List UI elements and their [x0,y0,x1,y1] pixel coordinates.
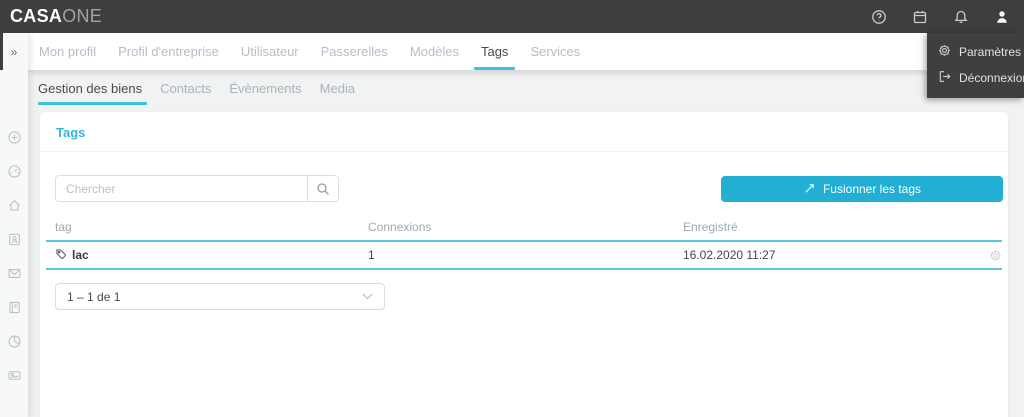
logout-icon [938,70,951,86]
search-input[interactable] [56,176,307,201]
app-logo: CASAONE [10,6,102,27]
sidebar-notch [0,33,3,70]
tag-name: lac [72,248,89,262]
subtab-evenements[interactable]: Évènements [220,81,310,105]
subtab-media[interactable]: Media [311,81,364,105]
search-box [55,175,339,202]
tab-modeles[interactable]: Modèles [399,33,470,70]
tags-panel: Tags Fusionner les tags tag Connexions E… [40,112,1008,417]
chevron-down-icon [362,293,373,300]
gear-icon [938,44,951,60]
tab-label: Profil d'entreprise [118,44,219,59]
tab-profil-entreprise[interactable]: Profil d'entreprise [107,33,230,70]
logo-primary: CASA [10,6,62,27]
sub-nav: Gestion des biens Contacts Évènements Me… [38,81,364,105]
subtab-label: Media [320,81,355,96]
panel-title: Tags [40,112,1008,151]
menu-item-label: Déconnexion [959,71,1024,85]
merge-tags-label: Fusionner les tags [823,182,921,196]
contacts-icon[interactable] [0,222,28,256]
user-dropdown-menu: Paramètres Déconnexion [927,33,1024,98]
pagination-value: 1 – 1 de 1 [67,290,120,304]
search-icon [316,182,330,196]
tab-label: Mon profil [39,44,96,59]
subtab-label: Gestion des biens [38,81,142,96]
topbar-icons [870,8,1014,25]
home-icon[interactable] [0,188,28,222]
toolbar: Fusionner les tags [40,152,1008,202]
tab-tags[interactable]: Tags [470,33,519,70]
subtab-contacts[interactable]: Contacts [151,81,220,105]
calendar-icon[interactable] [911,8,928,25]
plus-circle-icon[interactable] [0,120,28,154]
menu-item-parametres[interactable]: Paramètres [927,39,1024,65]
sidebar-expand-button[interactable]: » [0,33,28,70]
subtab-gestion-des-biens[interactable]: Gestion des biens [38,81,151,105]
search-button[interactable] [307,176,338,201]
dashboard-icon[interactable] [0,154,28,188]
table-header: tag Connexions Enregistré [46,214,1002,242]
tab-label: Tags [481,44,508,59]
subtab-label: Évènements [229,81,301,96]
gear-icon [989,249,1002,262]
pagination-select[interactable]: 1 – 1 de 1 [55,283,385,310]
tags-table: tag Connexions Enregistré lac 1 16.02.20… [40,214,1008,270]
bell-icon[interactable] [952,8,969,25]
menu-item-deconnexion[interactable]: Déconnexion [927,65,1024,91]
cell-tag: lac [46,248,368,263]
table-row[interactable]: lac 1 16.02.2020 11:27 [46,242,1002,270]
tab-utilisateur[interactable]: Utilisateur [230,33,310,70]
logo-secondary: ONE [62,6,102,27]
book-icon[interactable] [0,290,28,324]
menu-item-label: Paramètres [959,45,1021,59]
mail-icon[interactable] [0,256,28,290]
pie-chart-icon[interactable] [0,324,28,358]
tab-label: Passerelles [321,44,388,59]
subtab-label: Contacts [160,81,211,96]
tab-passerelles[interactable]: Passerelles [310,33,399,70]
merge-icon [803,182,816,195]
tab-services[interactable]: Services [519,33,591,70]
tab-label: Utilisateur [241,44,299,59]
main-nav: Mon profil Profil d'entreprise Utilisate… [28,33,1024,70]
tag-icon [55,248,67,263]
row-settings-button[interactable] [976,249,1002,262]
help-icon[interactable] [870,8,887,25]
user-icon[interactable] [993,8,1010,25]
chevrons-right-icon: » [11,45,18,59]
tab-mon-profil[interactable]: Mon profil [28,33,107,70]
tab-label: Modèles [410,44,459,59]
left-sidebar: » [0,33,28,417]
sidebar-icon-list [0,120,28,392]
media-card-icon[interactable] [0,358,28,392]
column-header-tag: tag [46,220,368,234]
app-window: CASAONE Paramètres [0,0,1024,417]
column-header-connexions: Connexions [368,220,683,234]
column-header-enregistre: Enregistré [683,220,976,234]
merge-tags-button[interactable]: Fusionner les tags [721,176,1003,202]
cell-connexions: 1 [368,248,683,262]
tab-label: Services [530,44,580,59]
topbar: CASAONE [0,0,1024,33]
cell-enregistre: 16.02.2020 11:27 [683,248,976,262]
